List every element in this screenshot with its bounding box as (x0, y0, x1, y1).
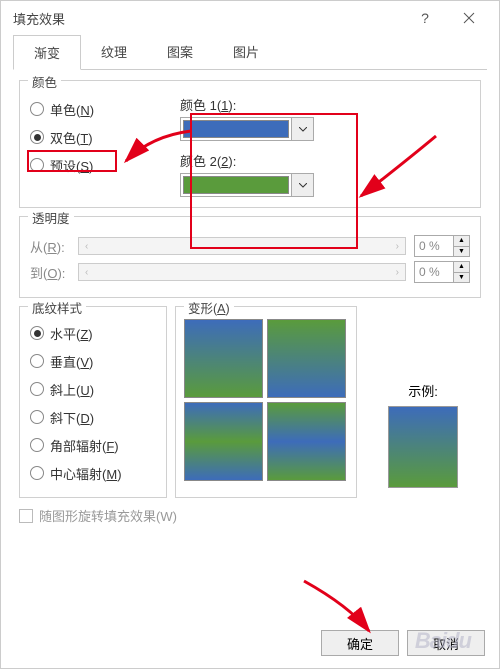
color2-label: 颜色 2(2): (180, 151, 470, 170)
color1-dropdown[interactable] (291, 118, 313, 140)
help-button[interactable]: ? (403, 3, 447, 33)
title-bar: 填充效果 ? (1, 1, 499, 35)
radio-preset[interactable]: 预设(S) (30, 151, 180, 179)
radio-shading-1[interactable]: 垂直(V) (30, 347, 156, 375)
rotate-with-shape-checkbox[interactable]: 随图形旋转填充效果(W) (19, 506, 481, 525)
radio-icon (30, 326, 44, 340)
radio-shading-3[interactable]: 斜下(D) (30, 403, 156, 431)
tab-bar: 渐变 纹理 图案 图片 (13, 35, 487, 70)
radio-icon (30, 438, 44, 452)
radio-two-color[interactable]: 双色(T) (30, 123, 180, 151)
cancel-button[interactable]: 取消 (407, 630, 485, 656)
tab-gradient[interactable]: 渐变 (13, 35, 81, 70)
variant-group-title: 变形(A) (184, 298, 234, 317)
transparency-group-title: 透明度 (28, 208, 74, 227)
shading-style-group: 底纹样式 水平(Z)垂直(V)斜上(U)斜下(D)角部辐射(F)中心辐射(M) (19, 306, 167, 498)
variant-2[interactable] (267, 319, 346, 398)
color2-dropdown[interactable] (291, 174, 313, 196)
dialog-title: 填充效果 (13, 9, 65, 28)
variant-group: 变形(A) (175, 306, 357, 498)
tab-texture[interactable]: 纹理 (81, 35, 147, 69)
radio-icon (30, 158, 44, 172)
radio-icon (30, 410, 44, 424)
tab-picture[interactable]: 图片 (213, 35, 279, 69)
from-label: 从(R): (30, 237, 78, 256)
radio-shading-2[interactable]: 斜上(U) (30, 375, 156, 403)
radio-shading-0[interactable]: 水平(Z) (30, 319, 156, 347)
slider-right-icon: › (396, 267, 399, 278)
variant-4[interactable] (267, 402, 346, 481)
radio-shading-5[interactable]: 中心辐射(M) (30, 459, 156, 487)
radio-icon (30, 382, 44, 396)
transparency-group: 透明度 从(R): ‹› 0 %▲▼ 到(O): ‹› 0 %▲▼ (19, 216, 481, 298)
slider-left-icon: ‹ (85, 241, 88, 252)
close-button[interactable] (447, 3, 491, 33)
shading-group-title: 底纹样式 (28, 298, 86, 317)
color2-picker[interactable] (180, 173, 314, 197)
slider-left-icon: ‹ (85, 267, 88, 278)
radio-icon (30, 130, 44, 144)
variant-3[interactable] (184, 402, 263, 481)
radio-icon (30, 102, 44, 116)
chevron-down-icon (299, 127, 307, 132)
ok-button[interactable]: 确定 (321, 630, 399, 656)
color2-swatch (183, 176, 289, 194)
variant-1[interactable] (184, 319, 263, 398)
from-value-input[interactable]: 0 %▲▼ (414, 235, 470, 257)
spin-down-icon[interactable]: ▼ (453, 247, 469, 257)
sample-column: 示例: (365, 306, 481, 498)
chevron-down-icon (299, 183, 307, 188)
fill-effects-dialog: 填充效果 ? 渐变 纹理 图案 图片 颜色 单色(N) (0, 0, 500, 669)
color1-swatch (183, 120, 289, 138)
to-label: 到(O): (30, 263, 78, 282)
spin-up-icon[interactable]: ▲ (453, 236, 469, 247)
to-value-input[interactable]: 0 %▲▼ (414, 261, 470, 283)
spin-down-icon[interactable]: ▼ (453, 273, 469, 283)
sample-preview (388, 406, 458, 488)
checkbox-icon (19, 509, 33, 523)
tab-pattern[interactable]: 图案 (147, 35, 213, 69)
spin-up-icon[interactable]: ▲ (453, 262, 469, 273)
radio-icon (30, 466, 44, 480)
color-group: 颜色 单色(N) 双色(T) 预设(S) (19, 80, 481, 208)
color1-label: 颜色 1(1): (180, 95, 470, 114)
radio-shading-4[interactable]: 角部辐射(F) (30, 431, 156, 459)
color-group-title: 颜色 (28, 72, 61, 91)
to-slider[interactable]: ‹› (78, 263, 406, 281)
color1-picker[interactable] (180, 117, 314, 141)
radio-icon (30, 354, 44, 368)
close-icon (463, 12, 475, 24)
sample-label: 示例: (408, 381, 438, 400)
radio-single-color[interactable]: 单色(N) (30, 95, 180, 123)
from-slider[interactable]: ‹› (78, 237, 406, 255)
slider-right-icon: › (396, 241, 399, 252)
